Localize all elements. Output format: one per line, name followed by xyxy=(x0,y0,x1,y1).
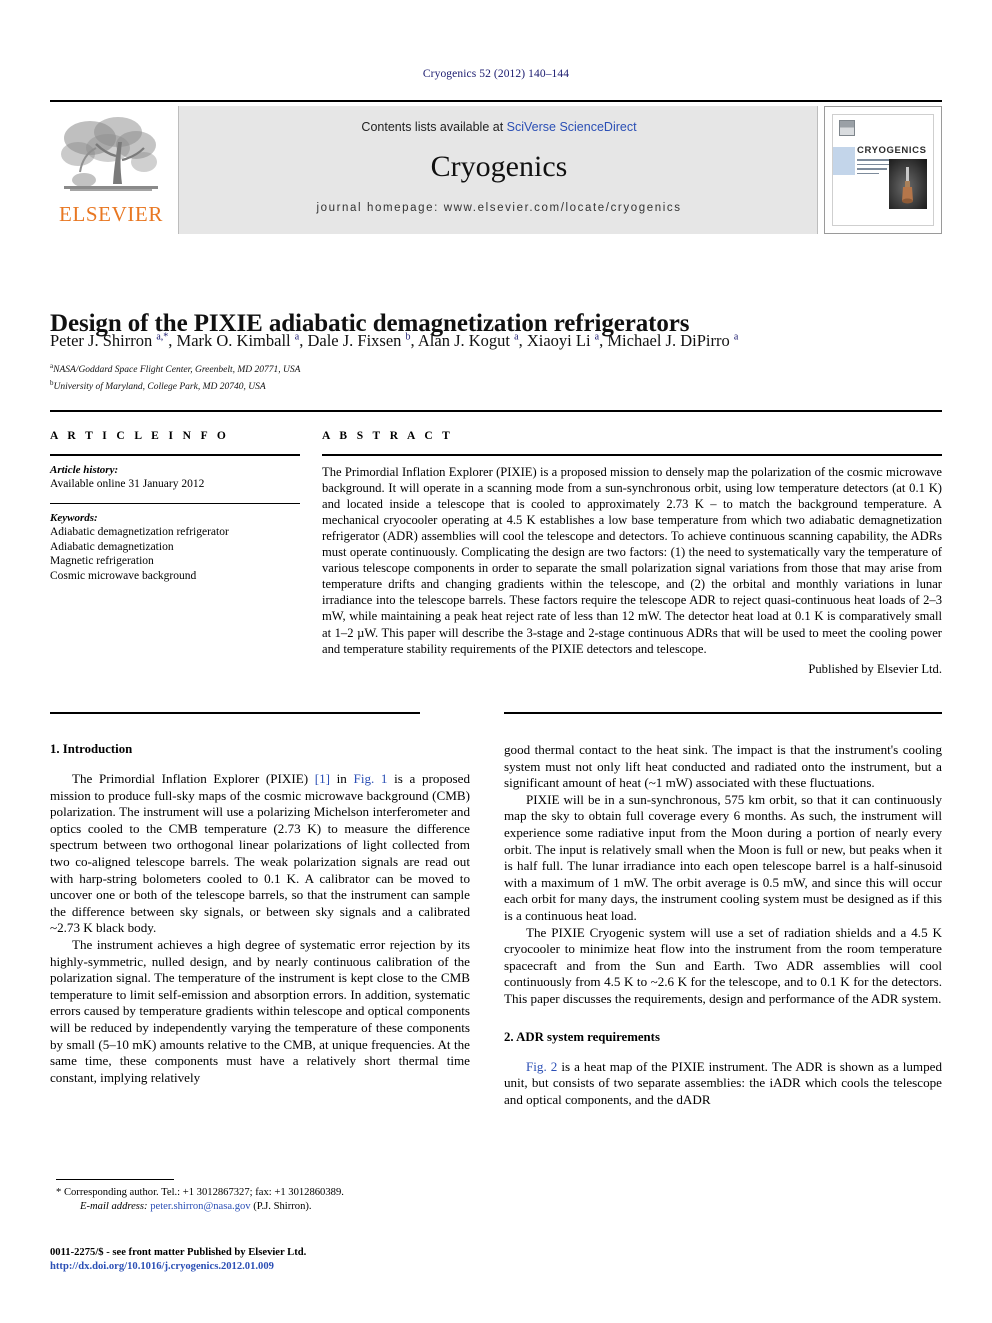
article-info-rule-2 xyxy=(50,502,300,505)
paragraph-right-1: good thermal contact to the heat sink. T… xyxy=(504,742,942,791)
cover-title: CRYOGENICS xyxy=(857,145,927,156)
journal-masthead: ELSEVIER Contents lists available at Sci… xyxy=(50,100,942,234)
footnote-separator xyxy=(56,1179,174,1181)
reference-link-1[interactable]: [1] xyxy=(315,771,330,786)
section-heading-adr-requirements: 2. ADR system requirements xyxy=(504,1029,660,1044)
figure-link-2[interactable]: Fig. 2 xyxy=(526,1059,557,1074)
keywords-block: Keywords: Adiabatic demagnetization refr… xyxy=(50,512,300,583)
imprint-block: 0011-2275/$ - see front matter Published… xyxy=(50,1246,470,1274)
journal-cover-thumbnail: CRYOGENICS xyxy=(824,106,942,234)
cover-accent-bar xyxy=(833,147,855,175)
elsevier-logo: ELSEVIER xyxy=(50,106,172,234)
keyword-item: Magnetic refrigeration xyxy=(50,555,154,568)
journal-article-page: Cryogenics 52 (2012) 140–144 ELSEVIER Co… xyxy=(0,0,992,1323)
article-info-heading: A R T I C L E I N F O xyxy=(50,430,230,442)
journal-homepage-link[interactable]: journal homepage: www.elsevier.com/locat… xyxy=(179,202,819,214)
info-band-top-rule xyxy=(50,410,942,412)
email-link[interactable]: peter.shirron@nasa.gov xyxy=(150,1201,250,1212)
intro-p1-part-b: in xyxy=(330,771,354,786)
body-column-right: good thermal contact to the heat sink. T… xyxy=(504,742,942,1108)
abstract-text: The Primordial Inflation Explorer (PIXIE… xyxy=(322,464,942,656)
elsevier-wordmark: ELSEVIER xyxy=(59,202,163,226)
affiliation-a: aNASA/Goddard Space Flight Center, Green… xyxy=(50,362,301,376)
issn-line: 0011-2275/$ - see front matter Published… xyxy=(50,1247,307,1258)
corresponding-author-note: * Corresponding author. Tel.: +1 3012867… xyxy=(56,1187,344,1198)
email-suffix: (P.J. Shirron). xyxy=(253,1200,312,1212)
sciencedirect-link[interactable]: SciVerse ScienceDirect xyxy=(507,120,637,134)
article-info-rule-1 xyxy=(50,454,300,456)
paragraph-intro-2: The instrument achieves a high degree of… xyxy=(50,936,470,1085)
author-list: Peter J. Shirron a,*, Mark O. Kimball a,… xyxy=(50,331,739,350)
doi-link[interactable]: http://dx.doi.org/10.1016/j.cryogenics.2… xyxy=(50,1260,470,1274)
article-info-column: A R T I C L E I N F O Article history: A… xyxy=(50,430,300,595)
affiliations: aNASA/Goddard Space Flight Center, Green… xyxy=(50,360,940,394)
elsevier-tree-icon xyxy=(56,112,166,200)
intro-p1-part-c: is a proposed mission to produce full-sk… xyxy=(50,771,471,936)
cryostat-icon xyxy=(902,167,913,204)
cover-inner: CRYOGENICS xyxy=(832,114,934,226)
article-history-label: Article history: xyxy=(50,463,119,476)
body-rule-right xyxy=(504,712,942,714)
cover-publisher-logo-icon xyxy=(839,120,855,136)
right-p4-rest: is a heat map of the PIXIE instrument. T… xyxy=(504,1058,943,1107)
body-column-left: 1. Introduction The Primordial Inflation… xyxy=(50,742,470,1086)
paragraph-intro-1: The Primordial Inflation Explorer (PIXIE… xyxy=(50,771,470,937)
contents-available-line: Contents lists available at SciVerse Sci… xyxy=(179,120,819,134)
article-history-block: Article history: Available online 31 Jan… xyxy=(50,464,300,491)
body-rule-left xyxy=(50,712,420,714)
abstract-heading: A B S T R A C T xyxy=(322,430,454,442)
keywords-list: Adiabatic demagnetization refrigerator A… xyxy=(50,525,300,583)
paragraph-right-3: The PIXIE Cryogenic system will use a se… xyxy=(504,924,942,1006)
masthead-top-rule xyxy=(50,100,942,102)
journal-title: Cryogenics xyxy=(430,150,568,183)
running-head: Cryogenics 52 (2012) 140–144 xyxy=(422,68,570,80)
contents-prefix: Contents lists available at xyxy=(361,120,507,134)
keyword-item: Adiabatic demagnetization xyxy=(50,540,174,553)
abstract-published-by: Published by Elsevier Ltd. xyxy=(808,661,942,676)
footnote-block: * Corresponding author. Tel.: +1 3012867… xyxy=(50,1186,470,1213)
email-label: E-mail address: xyxy=(80,1200,148,1212)
figure-link-1[interactable]: Fig. 1 xyxy=(354,771,388,786)
keyword-item: Cosmic microwave background xyxy=(50,569,197,582)
article-history-value: Available online 31 January 2012 xyxy=(50,477,205,490)
keyword-item: Adiabatic demagnetization refrigerator xyxy=(50,526,229,539)
paragraph-right-2: PIXIE will be in a sun-synchronous, 575 … xyxy=(504,791,942,923)
email-note: E-mail address: peter.shirron@nasa.gov (… xyxy=(50,1200,470,1214)
abstract-column: A B S T R A C T The Primordial Inflation… xyxy=(322,430,942,677)
abstract-rule xyxy=(322,454,942,456)
cover-photo xyxy=(889,159,927,209)
section-heading-introduction: 1. Introduction xyxy=(50,742,133,756)
affiliation-b: bUniversity of Maryland, College Park, M… xyxy=(50,379,266,393)
paragraph-right-4: Fig. 2 is a heat map of the PIXIE instru… xyxy=(504,1059,942,1109)
keywords-label: Keywords: xyxy=(50,512,98,525)
masthead-center-band: Contents lists available at SciVerse Sci… xyxy=(178,106,818,234)
intro-p1-part-a: The Primordial Inflation Explorer (PIXIE… xyxy=(72,771,315,786)
